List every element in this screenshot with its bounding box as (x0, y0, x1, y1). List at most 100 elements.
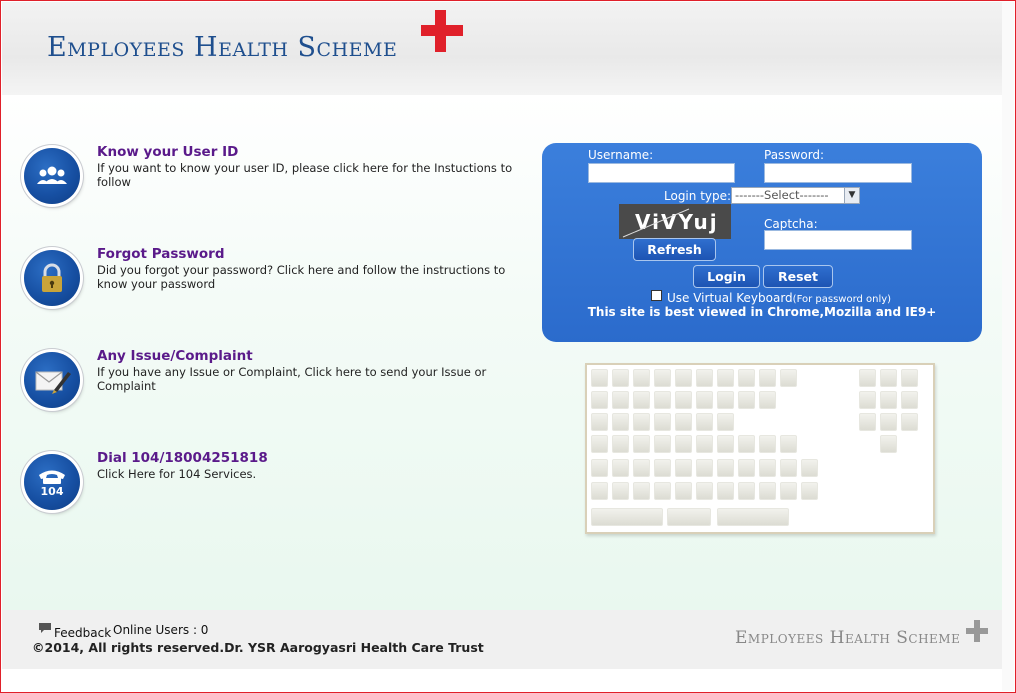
virtual-key[interactable] (633, 459, 650, 477)
virtual-key[interactable] (591, 369, 608, 387)
virtual-key[interactable] (801, 482, 818, 500)
virtual-key[interactable] (901, 413, 918, 431)
password-input[interactable] (764, 163, 912, 183)
phone-104-label: 104 (41, 485, 64, 498)
virtual-key[interactable] (738, 482, 755, 500)
virtual-key[interactable] (591, 482, 608, 500)
virtual-key[interactable] (612, 413, 629, 431)
header-banner: Employees Health Scheme (2, 2, 1002, 95)
virtual-key[interactable] (880, 391, 897, 409)
virtual-key[interactable] (759, 435, 776, 453)
virtual-key[interactable] (654, 459, 671, 477)
chevron-down-icon[interactable]: ▼ (844, 188, 859, 203)
virtual-key[interactable] (880, 413, 897, 431)
virtual-key[interactable] (717, 435, 734, 453)
virtual-key[interactable] (612, 435, 629, 453)
virtual-key[interactable] (759, 482, 776, 500)
virtual-key[interactable] (696, 482, 713, 500)
virtual-key-wide[interactable] (717, 508, 789, 526)
virtual-key[interactable] (591, 459, 608, 477)
virtual-key[interactable] (675, 369, 692, 387)
virtual-key[interactable] (696, 435, 713, 453)
virtual-key[interactable] (738, 435, 755, 453)
users-icon (24, 148, 80, 204)
padlock-icon (24, 250, 80, 306)
virtual-key[interactable] (717, 413, 734, 431)
issue-complaint-title[interactable]: Any Issue/Complaint (97, 348, 253, 364)
virtual-key[interactable] (880, 435, 897, 453)
phone-104-icon: 104 (24, 454, 80, 510)
feedback-link[interactable]: Feedback (54, 626, 111, 640)
virtual-key[interactable] (633, 391, 650, 409)
virtual-key[interactable] (633, 413, 650, 431)
virtual-key[interactable] (675, 482, 692, 500)
virtual-key[interactable] (612, 459, 629, 477)
virtual-key[interactable] (696, 369, 713, 387)
virtual-keyboard-checkbox[interactable] (651, 290, 662, 301)
virtual-keyboard-label: Use Virtual Keyboard(For password only) (667, 291, 891, 305)
captcha-input[interactable] (764, 230, 912, 250)
virtual-key[interactable] (633, 482, 650, 500)
virtual-key[interactable] (859, 413, 876, 431)
dial-104-link[interactable]: 104 Dial 104/18004251818 Click Here for … (24, 450, 544, 524)
virtual-key[interactable] (717, 482, 734, 500)
virtual-key[interactable] (654, 391, 671, 409)
refresh-captcha-button[interactable]: Refresh (633, 238, 716, 261)
virtual-key[interactable] (901, 391, 918, 409)
login-type-select[interactable]: -------Select------- ▼ (731, 187, 860, 204)
issue-complaint-link[interactable]: Any Issue/Complaint If you have any Issu… (24, 348, 544, 422)
virtual-key[interactable] (675, 413, 692, 431)
virtual-key[interactable] (612, 482, 629, 500)
virtual-key[interactable] (738, 459, 755, 477)
best-viewed-notice: This site is best viewed in Chrome,Mozil… (587, 305, 937, 319)
login-button[interactable]: Login (693, 265, 760, 288)
virtual-key[interactable] (859, 369, 876, 387)
reset-button[interactable]: Reset (763, 265, 833, 288)
know-user-id-desc: If you want to know your user ID, please… (97, 161, 513, 189)
virtual-key[interactable] (859, 391, 876, 409)
dial-104-title[interactable]: Dial 104/18004251818 (97, 450, 268, 466)
username-input[interactable] (588, 163, 735, 183)
virtual-key[interactable] (633, 435, 650, 453)
virtual-key[interactable] (696, 459, 713, 477)
virtual-key-wide[interactable] (591, 508, 663, 526)
virtual-key[interactable] (780, 482, 797, 500)
virtual-key[interactable] (780, 369, 797, 387)
forgot-password-title[interactable]: Forgot Password (97, 246, 224, 262)
captcha-label: Captcha: (764, 217, 818, 231)
virtual-key[interactable] (901, 369, 918, 387)
virtual-key[interactable] (738, 391, 755, 409)
virtual-key[interactable] (717, 369, 734, 387)
know-user-id-link[interactable]: Know your User ID If you want to know yo… (24, 144, 544, 218)
virtual-key[interactable] (675, 459, 692, 477)
virtual-key[interactable] (612, 391, 629, 409)
virtual-key[interactable] (880, 369, 897, 387)
virtual-key[interactable] (801, 459, 818, 477)
virtual-key[interactable] (780, 459, 797, 477)
virtual-key[interactable] (780, 435, 797, 453)
virtual-key-wide[interactable] (667, 508, 711, 526)
virtual-key[interactable] (654, 369, 671, 387)
forgot-password-link[interactable]: Forgot Password Did you forgot your pass… (24, 246, 544, 320)
virtual-key[interactable] (717, 459, 734, 477)
virtual-key[interactable] (759, 391, 776, 409)
virtual-key[interactable] (759, 369, 776, 387)
virtual-key[interactable] (696, 413, 713, 431)
right-scroll-strip (1002, 2, 1014, 691)
know-user-id-title[interactable]: Know your User ID (97, 144, 238, 160)
virtual-key[interactable] (633, 369, 650, 387)
virtual-key[interactable] (675, 435, 692, 453)
virtual-key[interactable] (675, 391, 692, 409)
virtual-key[interactable] (654, 413, 671, 431)
virtual-key[interactable] (591, 435, 608, 453)
virtual-key[interactable] (759, 459, 776, 477)
virtual-key[interactable] (591, 413, 608, 431)
virtual-key[interactable] (612, 369, 629, 387)
virtual-key[interactable] (654, 435, 671, 453)
virtual-key[interactable] (591, 391, 608, 409)
virtual-key[interactable] (696, 391, 713, 409)
virtual-key[interactable] (654, 482, 671, 500)
captcha-image: ViVYuj (619, 204, 731, 239)
virtual-key[interactable] (717, 391, 734, 409)
virtual-key[interactable] (738, 369, 755, 387)
